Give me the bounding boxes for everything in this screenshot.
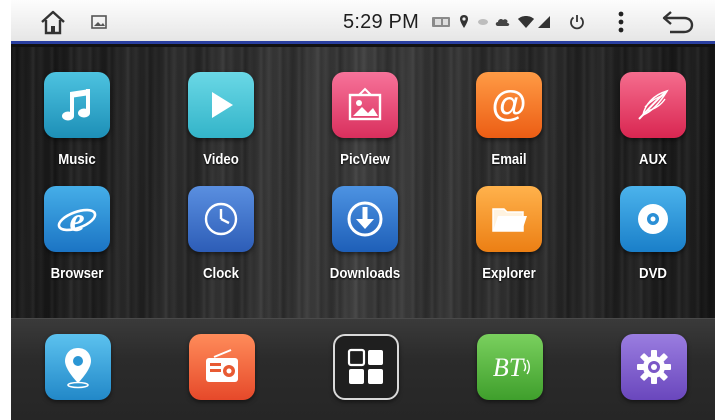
settings-gear-icon[interactable] xyxy=(621,334,687,400)
dock-radio[interactable] xyxy=(162,334,282,400)
app-clock[interactable]: Clock xyxy=(161,186,281,282)
home-icon[interactable] xyxy=(35,0,71,44)
app-label: Explorer xyxy=(482,265,536,282)
media-card-icon xyxy=(429,0,453,44)
radio-icon[interactable] xyxy=(189,334,255,400)
app-label: PicView xyxy=(340,151,390,168)
disc-icon[interactable] xyxy=(620,186,686,252)
folder-icon[interactable] xyxy=(476,186,542,252)
app-grid-icon[interactable] xyxy=(333,334,399,400)
dot-icon xyxy=(474,0,492,44)
signal-icon xyxy=(535,0,553,44)
wifi-icon xyxy=(515,0,537,44)
app-explorer[interactable]: Explorer xyxy=(449,186,569,282)
picture-icon[interactable] xyxy=(332,72,398,138)
svg-text:BT: BT xyxy=(493,353,525,382)
play-icon[interactable] xyxy=(188,72,254,138)
dock-navigation[interactable] xyxy=(18,334,138,400)
app-dvd[interactable]: DVD xyxy=(593,186,713,282)
app-music[interactable]: Music xyxy=(17,72,137,168)
clock-icon[interactable] xyxy=(188,186,254,252)
app-picview[interactable]: PicView xyxy=(305,72,425,168)
app-label: Downloads xyxy=(329,265,401,282)
at-icon[interactable]: @ xyxy=(476,72,542,138)
browser-e-icon[interactable]: e xyxy=(44,186,110,252)
back-icon[interactable] xyxy=(657,0,697,44)
dock-bluetooth[interactable]: BT xyxy=(450,334,570,400)
cloud-icon xyxy=(494,0,512,44)
svg-text:e: e xyxy=(69,202,84,239)
dock-settings[interactable] xyxy=(594,334,714,400)
app-video[interactable]: Video xyxy=(161,72,281,168)
location-icon xyxy=(456,0,472,44)
app-aux[interactable]: AUX xyxy=(593,72,713,168)
app-email[interactable]: @ Email xyxy=(449,72,569,168)
head-unit-screen: 5:29 PM Music Video PicView @ Email AUX … xyxy=(11,0,715,420)
app-browser[interactable]: e Browser xyxy=(17,186,137,282)
app-label: DVD xyxy=(639,265,667,282)
clock-time: 5:29 PM xyxy=(343,10,419,33)
gallery-icon xyxy=(87,0,111,44)
bluetooth-bt-icon[interactable]: BT xyxy=(477,334,543,400)
app-label: Video xyxy=(203,151,239,168)
music-note-icon[interactable] xyxy=(44,72,110,138)
svg-text:@: @ xyxy=(491,85,526,124)
app-downloads[interactable]: Downloads xyxy=(305,186,425,282)
download-icon[interactable] xyxy=(332,186,398,252)
dock-all-apps[interactable] xyxy=(306,334,426,400)
power-icon[interactable] xyxy=(566,0,588,44)
menu-icon[interactable] xyxy=(611,0,631,44)
navigation-pin-icon[interactable] xyxy=(45,334,111,400)
app-label: Email xyxy=(491,151,527,168)
status-bar: 5:29 PM xyxy=(11,0,715,44)
app-label: Browser xyxy=(50,265,104,282)
app-label: Music xyxy=(58,151,96,168)
feather-icon[interactable] xyxy=(620,72,686,138)
app-label: Clock xyxy=(203,265,239,282)
app-label: AUX xyxy=(639,151,667,168)
